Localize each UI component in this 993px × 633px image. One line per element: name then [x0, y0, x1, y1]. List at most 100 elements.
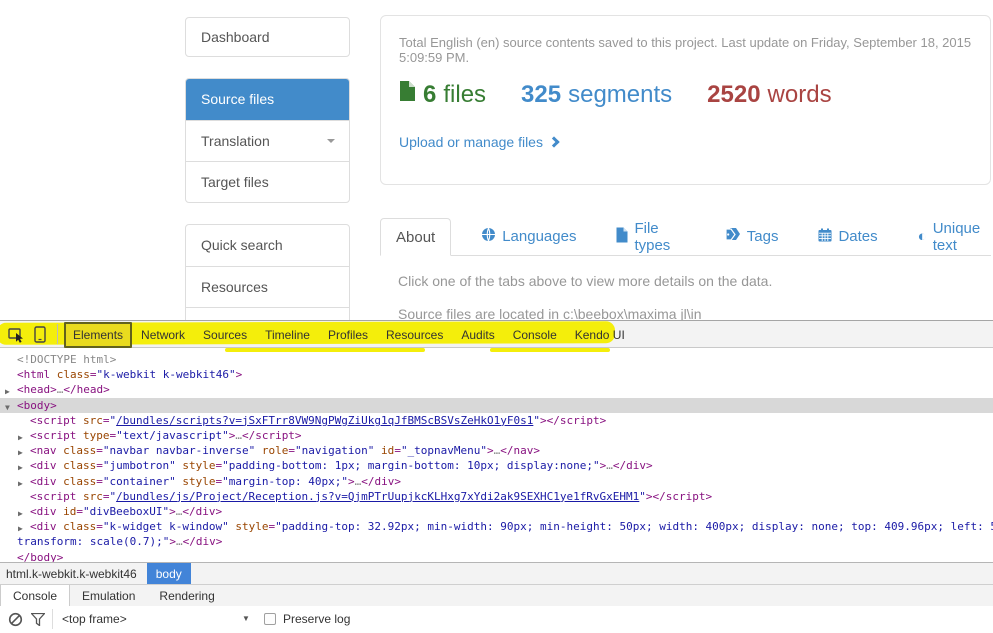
devtools-panel: Elements Network Sources Timeline Profil…: [0, 320, 993, 632]
sidebar-item-quick-search[interactable]: Quick search: [186, 225, 349, 266]
code-token: =: [96, 459, 103, 472]
code-token: …: [606, 459, 613, 472]
tab-file-types[interactable]: File types: [616, 218, 682, 255]
code-token: "_topnavMenu": [401, 444, 487, 457]
devtools-tab-timeline[interactable]: Timeline: [256, 325, 319, 345]
sidebar-item-translation[interactable]: Translation: [186, 120, 349, 161]
frame-selector[interactable]: <top frame>: [62, 612, 127, 626]
chevron-right-icon: [548, 136, 559, 147]
breadcrumb-body[interactable]: body: [147, 563, 191, 584]
devtools-tab-audits[interactable]: Audits: [452, 325, 503, 345]
devtools-tab-profiles[interactable]: Profiles: [319, 325, 377, 345]
code-line[interactable]: ▼<body>: [0, 398, 993, 413]
code-token: id: [63, 505, 76, 518]
code-token: class: [63, 459, 96, 472]
code-line[interactable]: transform: scale(0.7);">…</div>: [0, 534, 993, 549]
chevron-down-icon[interactable]: ▼: [242, 614, 250, 623]
sidebar-item-dashboard[interactable]: Dashboard: [185, 17, 350, 57]
filter-icon[interactable]: [31, 613, 45, 629]
code-token: >: [236, 368, 243, 381]
code-line[interactable]: ▶<script type="text/javascript">…</scrip…: [0, 428, 993, 443]
code-token: <!DOCTYPE html>: [17, 353, 116, 366]
tab-about[interactable]: About: [380, 218, 451, 256]
code-token: <head>: [17, 383, 57, 396]
code-token: "padding-bottom: 1px; margin-bottom: 10p…: [222, 459, 600, 472]
code-line[interactable]: </body>: [0, 550, 993, 562]
code-token: transform: scale(0.7);": [17, 535, 169, 548]
code-line[interactable]: ▶<div class="jumbotron" style="padding-b…: [0, 458, 993, 473]
tab-label: Dates: [838, 228, 877, 245]
sidebar-item-target-files[interactable]: Target files: [186, 161, 349, 202]
sidebar-item-source-files[interactable]: Source files: [186, 79, 349, 120]
code-token: "k-widget k-window": [103, 520, 229, 533]
tab-unique-text[interactable]: ◐ Unique text: [918, 218, 991, 255]
devtools-tab-network[interactable]: Network: [132, 325, 194, 345]
code-token: </script>: [242, 429, 302, 442]
sidebar-item-label: Translation: [201, 133, 270, 149]
code-line[interactable]: <script src="/bundles/js/Project/Recepti…: [0, 489, 993, 504]
code-token: </div>: [183, 535, 223, 548]
devtools-tab-console[interactable]: Console: [504, 325, 566, 345]
code-token: <div: [30, 520, 63, 533]
tab-dates[interactable]: Dates: [818, 218, 877, 255]
tab-label: File types: [634, 220, 682, 254]
code-token: <script: [30, 429, 83, 442]
breadcrumb-html[interactable]: html.k-webkit.k-webkit46: [0, 567, 137, 581]
code-line[interactable]: <script src="/bundles/scripts?v=jSxFTrr8…: [0, 413, 993, 428]
code-token: =: [96, 444, 103, 457]
code-line[interactable]: ▶<nav class="navbar navbar-inverse" role…: [0, 443, 993, 458]
source-link[interactable]: /bundles/scripts?v=jSxFTrr8VW9NgPWgZiUkg…: [116, 414, 533, 427]
devtools-toolbar: Elements Network Sources Timeline Profil…: [0, 321, 993, 348]
code-token: </body>: [17, 551, 63, 562]
code-token: =: [394, 444, 401, 457]
code-token: "navigation": [295, 444, 374, 457]
code-token: ></script>: [540, 414, 606, 427]
devtools-tab-resources[interactable]: Resources: [377, 325, 452, 345]
code-line[interactable]: <!DOCTYPE html>: [0, 352, 993, 367]
code-token: =: [96, 520, 103, 533]
code-token: id: [374, 444, 394, 457]
devtools-breadcrumb: html.k-webkit.k-webkit46 body: [0, 562, 993, 584]
clear-console-icon[interactable]: [8, 612, 23, 630]
preserve-log-checkbox[interactable]: [264, 613, 276, 625]
sidebar-item-resources[interactable]: Resources: [186, 266, 349, 307]
summary-text: Total English (en) source contents saved…: [399, 35, 990, 65]
code-token: <div: [30, 459, 63, 472]
code-token: "padding-top: 32.92px; min-width: 90px; …: [275, 520, 993, 533]
elements-tree: <!DOCTYPE html><html class="k-webkit k-w…: [0, 348, 993, 562]
code-token: style: [229, 520, 269, 533]
code-line[interactable]: ▶<div id="divBeeboxUI">…</div>: [0, 504, 993, 519]
stats-row: 6 files 325 segments 2520 words: [399, 80, 832, 109]
code-line[interactable]: ▶<head>…</head>: [0, 382, 993, 397]
drawer-tab-emulation[interactable]: Emulation: [70, 585, 147, 606]
upload-manage-files-link[interactable]: Upload or manage files: [399, 134, 558, 150]
drawer-tab-console[interactable]: Console: [0, 585, 70, 606]
devtools-tab-kendo-ui[interactable]: Kendo UI: [566, 325, 634, 345]
drawer-tabs: Console Emulation Rendering: [0, 584, 993, 606]
sidebar-group-files: Source files Translation Target files: [185, 78, 350, 203]
drawer-tab-rendering[interactable]: Rendering: [147, 585, 226, 606]
words-count: 2520: [707, 81, 760, 109]
code-line[interactable]: <html class="k-webkit k-webkit46">: [0, 367, 993, 382]
calendar-icon: [818, 228, 832, 246]
source-link[interactable]: /bundles/js/Project/Reception.js?v=QjmPT…: [116, 490, 639, 503]
devtools-tab-elements[interactable]: Elements: [64, 322, 132, 348]
inspect-element-icon[interactable]: [8, 326, 25, 348]
device-mode-icon[interactable]: [33, 326, 47, 348]
code-line[interactable]: ▶<div class="container" style="margin-to…: [0, 474, 993, 489]
code-token: <script: [30, 490, 83, 503]
tags-icon: [723, 227, 741, 246]
code-token: >: [169, 505, 176, 518]
code-token: </div>: [361, 475, 401, 488]
tab-tags[interactable]: Tags: [723, 218, 779, 255]
code-token: <div: [30, 505, 63, 518]
devtools-tabs: Elements Network Sources Timeline Profil…: [64, 321, 634, 348]
code-token: style: [176, 459, 216, 472]
code-token: >: [348, 475, 355, 488]
devtools-tab-sources[interactable]: Sources: [194, 325, 256, 345]
code-line[interactable]: ▶<div class="k-widget k-window" style="p…: [0, 519, 993, 534]
code-token: =: [90, 368, 97, 381]
code-token: <nav: [30, 444, 63, 457]
chevron-down-icon: [327, 139, 335, 143]
tab-languages[interactable]: Languages: [481, 218, 576, 255]
